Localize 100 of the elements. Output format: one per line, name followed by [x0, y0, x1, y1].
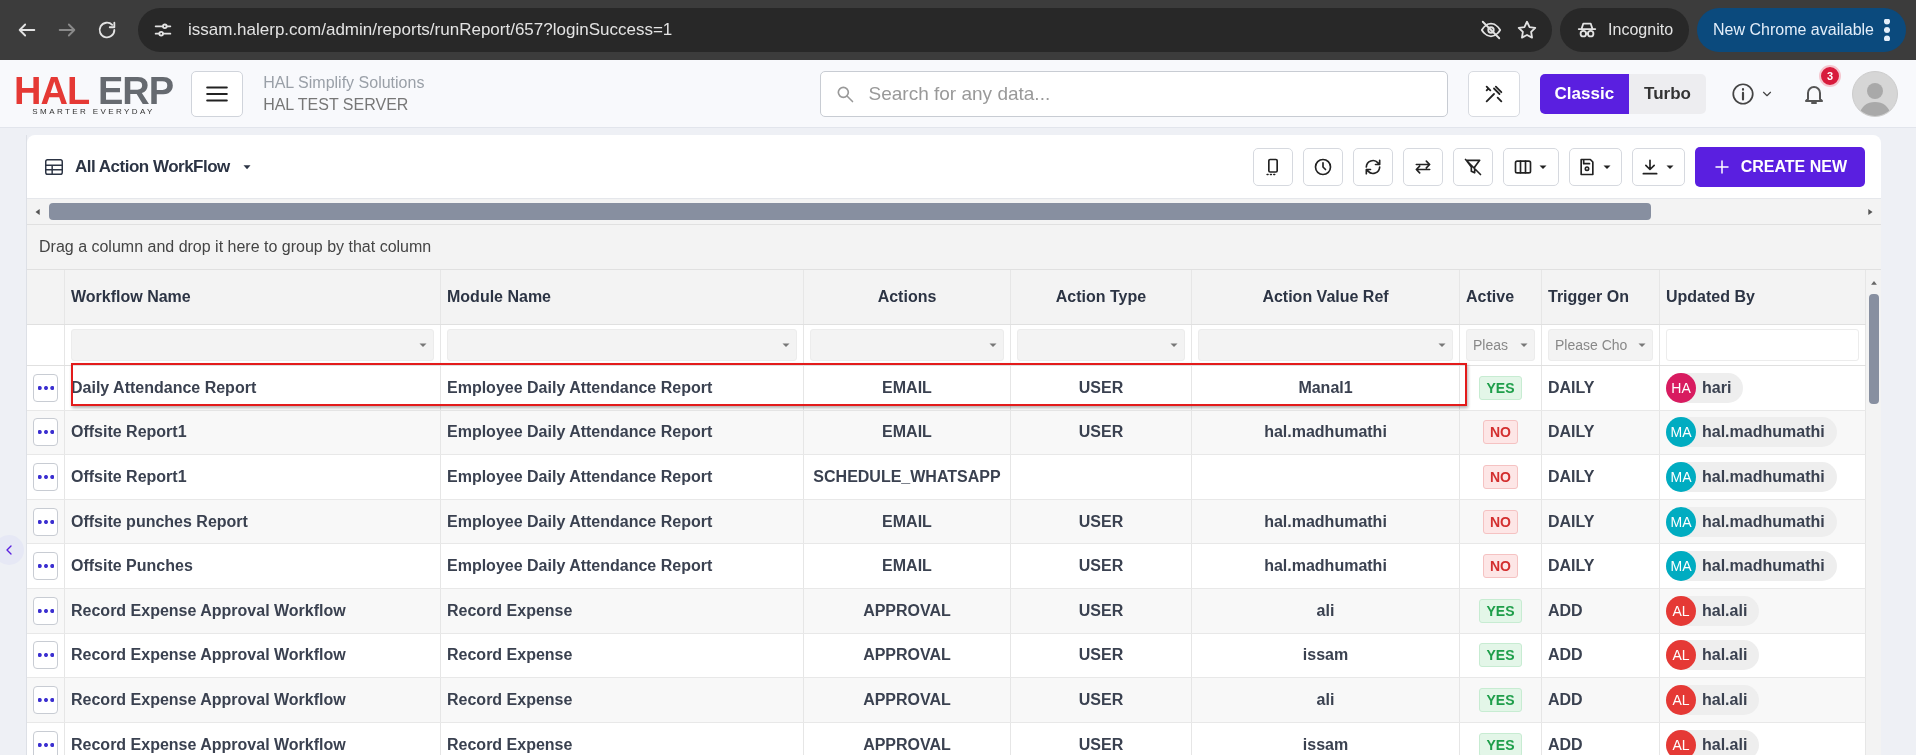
workflow-name: Offsite punches Report [71, 512, 248, 531]
address-bar[interactable]: issam.halerp.com/admin/reports/runReport/657?loginSuccess=1 [138, 8, 1553, 52]
action-type: USER [1078, 735, 1124, 754]
user-initials-avatar: MA [1666, 506, 1696, 537]
incognito-button[interactable]: Incognito [1560, 8, 1690, 52]
download-button[interactable] [1631, 147, 1685, 186]
column-header[interactable]: Module Name [441, 270, 804, 324]
action-name: APPROVAL [863, 646, 951, 665]
action-value-ref: ali [1316, 601, 1335, 620]
refresh-button[interactable] [1352, 147, 1393, 186]
row-actions-button[interactable] [33, 373, 58, 402]
trigger-value: DAILY [1548, 512, 1595, 531]
logo[interactable]: HAL ERP SMARTER EVERYDAY [14, 71, 174, 116]
action-value-ref: ali [1316, 690, 1335, 709]
scrollbar-thumb[interactable] [1868, 294, 1879, 404]
active-badge: YES [1479, 732, 1522, 755]
active-badge: NO [1483, 554, 1518, 579]
view-selector[interactable]: All Action WorkFlow [43, 155, 254, 178]
workflow-name: Record Expense Approval Workflow [71, 646, 346, 665]
save-button[interactable] [1568, 147, 1622, 186]
row-actions-button[interactable] [33, 463, 58, 491]
action-value-ref: Manal1 [1298, 378, 1353, 397]
user-chip: AL hal.ali [1666, 684, 1760, 715]
user-initials-avatar: AL [1666, 640, 1696, 671]
action-value-ref: hal.madhumathi [1264, 557, 1387, 576]
trigger-value: ADD [1548, 601, 1583, 620]
create-new-button[interactable]: CREATE NEW [1694, 146, 1865, 187]
trigger-value: DAILY [1548, 423, 1595, 442]
active-badge: NO [1483, 509, 1518, 534]
sidebar-toggle[interactable] [0, 535, 24, 565]
module-name: Employee Daily Attendance Report [447, 512, 713, 531]
more-icon [37, 385, 54, 390]
mode-tab[interactable]: Turbo [1629, 73, 1706, 114]
row-actions-button[interactable] [33, 596, 58, 625]
module-name: Employee Daily Attendance Report [447, 557, 713, 576]
action-name: EMAIL [882, 557, 932, 576]
trigger-value: DAILY [1548, 468, 1595, 486]
more-icon[interactable] [1884, 19, 1890, 41]
column-header[interactable]: Trigger On [1542, 270, 1660, 324]
action-name: APPROVAL [863, 601, 951, 620]
plus-icon [1712, 157, 1731, 176]
user-chip: MA hal.madhumathi [1666, 417, 1837, 448]
info-icon[interactable] [1730, 80, 1756, 107]
active-badge: YES [1479, 687, 1522, 712]
column-header[interactable]: Action Type [1011, 270, 1192, 324]
menu-button[interactable] [191, 70, 244, 117]
trigger-value: ADD [1548, 646, 1583, 665]
horizontal-scrollbar[interactable] [27, 199, 1881, 225]
module-name: Record Expense [447, 735, 573, 754]
trigger-value: ADD [1548, 690, 1583, 709]
action-name: EMAIL [882, 423, 932, 442]
row-actions-button[interactable] [33, 685, 58, 714]
user-chip: AL hal.ali [1666, 640, 1760, 671]
mobile-button[interactable] [1252, 147, 1293, 186]
update-button[interactable]: New Chrome available [1697, 8, 1906, 52]
user-initials-avatar: MA [1666, 417, 1696, 448]
columns-button[interactable] [1502, 147, 1559, 186]
more-icon [37, 697, 54, 702]
swap-button[interactable] [1402, 147, 1443, 186]
star-icon[interactable] [1516, 19, 1539, 41]
action-type: USER [1078, 690, 1124, 709]
scrollbar-thumb[interactable] [49, 203, 1651, 220]
action-value-ref: issam [1302, 735, 1349, 754]
row-actions-button[interactable] [33, 641, 58, 670]
filter-off-button[interactable] [1452, 147, 1493, 186]
tools-button[interactable] [1467, 70, 1520, 117]
row-actions-button[interactable] [33, 507, 58, 536]
row-actions-button[interactable] [33, 552, 58, 581]
group-by-hint: Drag a column and drop it here to group by that column [27, 225, 1881, 270]
eye-slash-icon[interactable] [1480, 19, 1503, 41]
active-badge: YES [1479, 375, 1522, 400]
url-text: issam.halerp.com/admin/reports/runReport/657?loginSuccess=1 [188, 20, 674, 40]
module-name: Record Expense [447, 646, 573, 665]
action-name: APPROVAL [863, 735, 951, 754]
user-initials-avatar: MA [1666, 462, 1696, 492]
column-header[interactable]: Actions [804, 270, 1011, 324]
user-initials-avatar: AL [1666, 729, 1696, 755]
action-name: APPROVAL [863, 690, 951, 709]
clock-button[interactable] [1302, 147, 1343, 186]
workflow-name: Offsite Report1 [71, 468, 187, 486]
row-actions-button[interactable] [33, 418, 58, 447]
action-value-ref: hal.madhumathi [1264, 512, 1387, 531]
workflow-name: Record Expense Approval Workflow [71, 601, 346, 620]
company-name: HAL Simplify Solutions [263, 73, 425, 92]
more-icon [37, 519, 54, 524]
more-icon [37, 564, 54, 569]
column-header[interactable]: Workflow Name [65, 270, 441, 324]
workflow-name: Record Expense Approval Workflow [71, 735, 346, 754]
column-header[interactable]: Active [1460, 270, 1542, 324]
filter-off-icon [1462, 156, 1483, 177]
reload-icon[interactable] [96, 19, 118, 41]
module-name: Record Expense [447, 690, 573, 709]
column-header[interactable]: Action Value Ref [1192, 270, 1460, 324]
row-actions-button[interactable] [33, 730, 58, 755]
workflow-name: Offsite Report1 [71, 423, 187, 442]
mode-tab[interactable]: Classic [1539, 73, 1630, 114]
vertical-scrollbar[interactable] [1866, 270, 1881, 755]
active-badge: YES [1479, 598, 1522, 623]
workflow-name: Offsite Punches [71, 557, 193, 576]
module-name: Employee Daily Attendance Report [447, 468, 713, 486]
